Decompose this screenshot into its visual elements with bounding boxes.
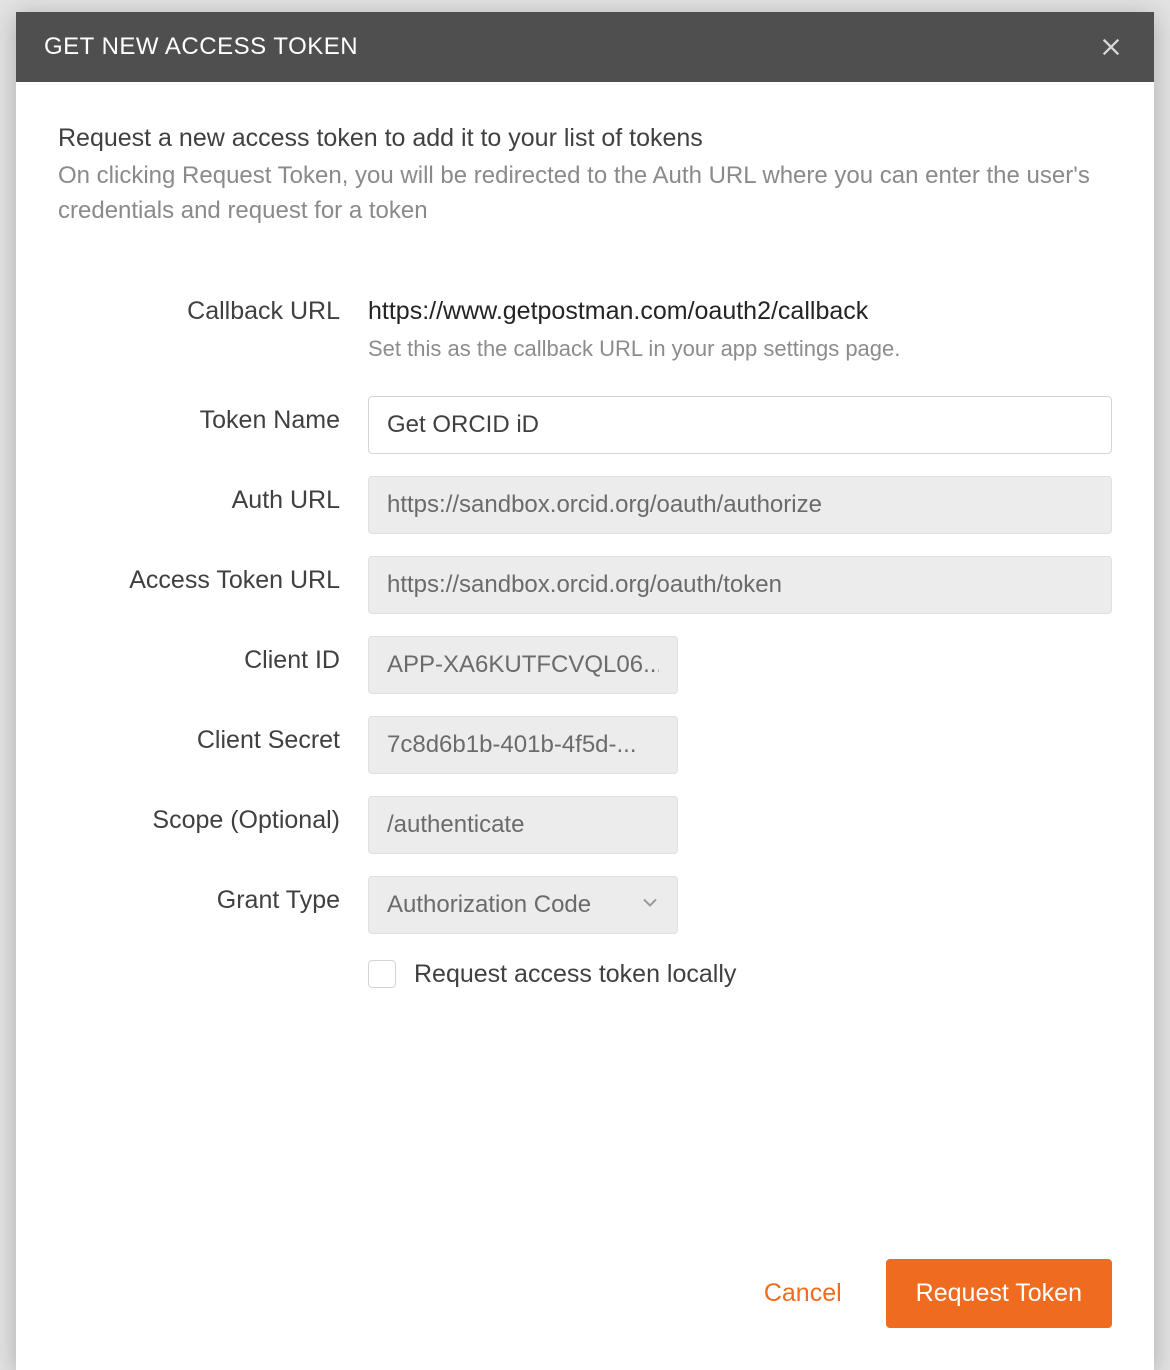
row-grant-type: Grant Type Authorization Code — [58, 876, 1112, 934]
row-callback-url: Callback URL https://www.getpostman.com/… — [58, 287, 1112, 362]
auth-url-input[interactable] — [368, 476, 1112, 534]
label-callback-url: Callback URL — [58, 287, 368, 326]
label-scope: Scope (Optional) — [58, 796, 368, 835]
label-grant-type: Grant Type — [58, 876, 368, 915]
label-token-name: Token Name — [58, 396, 368, 435]
request-token-button[interactable]: Request Token — [886, 1259, 1112, 1328]
modal-title: GET NEW ACCESS TOKEN — [44, 33, 358, 61]
scope-input[interactable] — [368, 796, 678, 854]
row-local-request: Request access token locally — [58, 956, 1112, 989]
intro-subheading: On clicking Request Token, you will be r… — [58, 159, 1112, 229]
close-button[interactable] — [1096, 32, 1126, 62]
row-auth-url: Auth URL — [58, 476, 1112, 534]
intro-heading: Request a new access token to add it to … — [58, 124, 1112, 153]
request-locally-label: Request access token locally — [414, 960, 736, 989]
row-client-secret: Client Secret — [58, 716, 1112, 774]
row-token-name: Token Name — [58, 396, 1112, 454]
callback-url-helper: Set this as the callback URL in your app… — [368, 336, 1112, 362]
modal-header: GET NEW ACCESS TOKEN — [16, 12, 1154, 82]
client-id-input[interactable] — [368, 636, 678, 694]
label-access-token-url: Access Token URL — [58, 556, 368, 595]
cancel-button[interactable]: Cancel — [756, 1265, 850, 1322]
access-token-url-input[interactable] — [368, 556, 1112, 614]
close-icon — [1100, 36, 1122, 58]
label-auth-url: Auth URL — [58, 476, 368, 515]
row-client-id: Client ID — [58, 636, 1112, 694]
grant-type-value: Authorization Code — [387, 891, 591, 919]
request-locally-checkbox[interactable] — [368, 960, 396, 988]
client-secret-input[interactable] — [368, 716, 678, 774]
modal-footer: Cancel Request Token — [16, 1235, 1154, 1370]
access-token-modal: GET NEW ACCESS TOKEN Request a new acces… — [16, 12, 1154, 1370]
row-access-token-url: Access Token URL — [58, 556, 1112, 614]
modal-body: Request a new access token to add it to … — [16, 82, 1154, 1235]
label-client-secret: Client Secret — [58, 716, 368, 755]
grant-type-select[interactable]: Authorization Code — [368, 876, 678, 934]
label-client-id: Client ID — [58, 636, 368, 675]
callback-url-value: https://www.getpostman.com/oauth2/callba… — [368, 287, 1112, 326]
token-form: Callback URL https://www.getpostman.com/… — [58, 287, 1112, 989]
row-scope: Scope (Optional) — [58, 796, 1112, 854]
token-name-input[interactable] — [368, 396, 1112, 454]
